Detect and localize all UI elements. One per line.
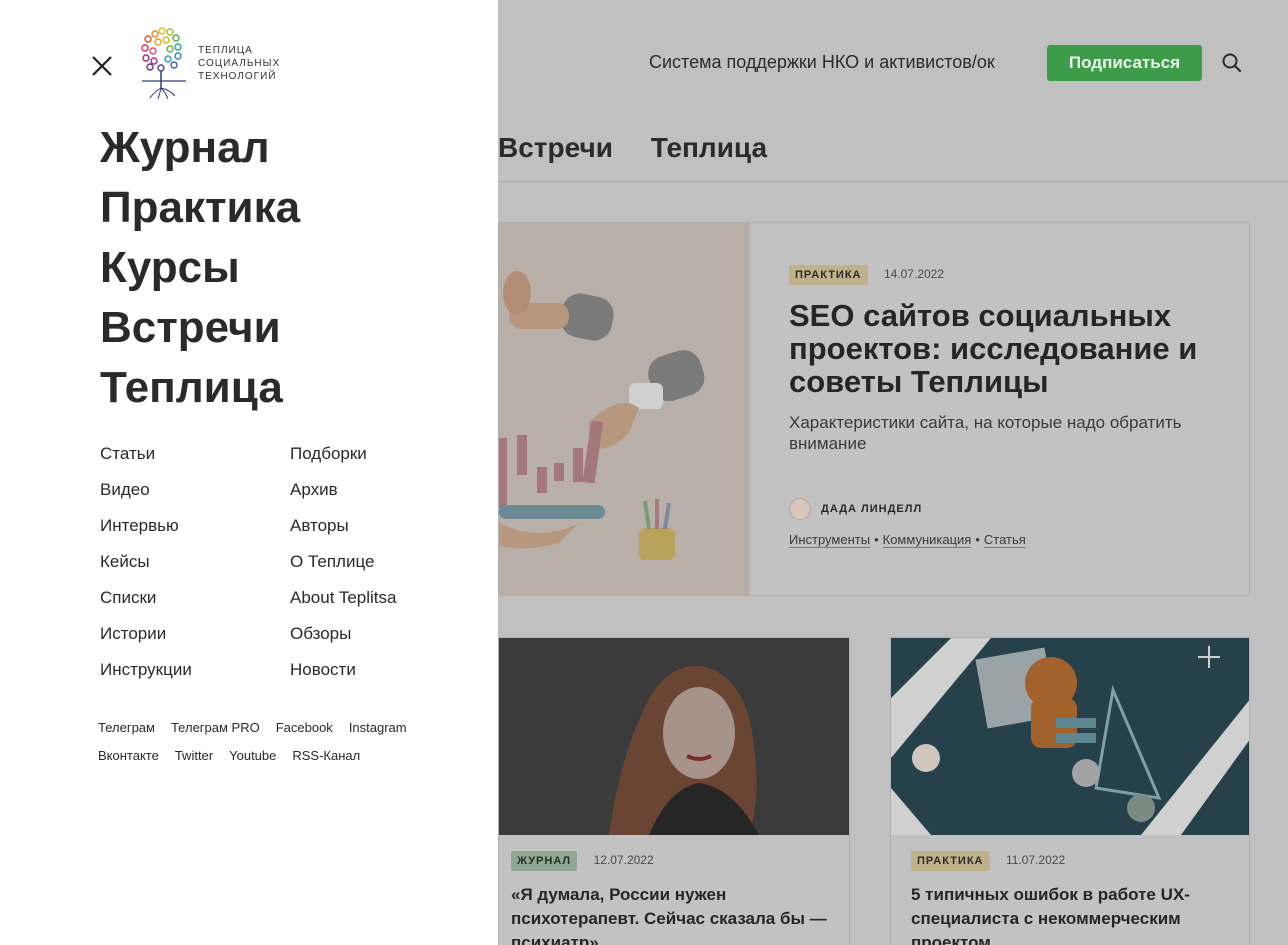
close-icon[interactable] [90,54,114,78]
logo-line: СОЦИАЛЬНЫХ [198,58,281,69]
social-link-rss[interactable]: RSS-Канал [292,742,360,770]
search-icon[interactable] [1220,51,1244,75]
article-title[interactable]: SEO сайтов социальных проектов: исследов… [789,299,1209,398]
submenu-item-spiski[interactable]: Списки [100,580,290,616]
social-link-facebook[interactable]: Facebook [276,714,333,742]
submenu-item-video[interactable]: Видео [100,472,290,508]
article-description: Характеристики сайта, на которые надо об… [789,413,1182,453]
submenu-item-novosti[interactable]: Новости [290,652,460,688]
submenu-item-intervyu[interactable]: Интервью [100,508,290,544]
submenu-item-keisy[interactable]: Кейсы [100,544,290,580]
site-logo[interactable]: ТЕПЛИЦА СОЦИАЛЬНЫХ ТЕХНОЛОГИЙ [140,26,280,100]
menu-item-vstrechi[interactable]: Встречи [100,298,300,358]
tag-list: Инструменты • Коммуникация • Статья [789,532,1209,548]
social-link-twitter[interactable]: Twitter [175,742,213,770]
card-title[interactable]: «Я думала, России нужен психотерапевт. С… [499,883,849,945]
publish-date: 12.07.2022 [593,853,654,867]
avatar [789,498,811,520]
submenu-item-istorii[interactable]: Истории [100,616,290,652]
social-links: Телеграм Телеграм PRO Facebook Instagram… [98,714,438,770]
category-badge[interactable]: ПРАКТИКА [789,265,868,285]
tag-separator: • [874,532,879,547]
side-menu-drawer: ТЕПЛИЦА СОЦИАЛЬНЫХ ТЕХНОЛОГИЙ Журнал Пра… [0,0,498,945]
menu-item-teplitsa[interactable]: Теплица [100,358,300,418]
card-title[interactable]: 5 типичных ошибок в работе UX-специалист… [891,883,1249,945]
category-badge[interactable]: ПРАКТИКА [911,851,990,871]
logo-line: ТЕПЛИЦА [198,45,253,56]
tag-link[interactable]: Инструменты [789,532,871,548]
subscribe-button[interactable]: Подписаться [1047,45,1202,81]
main-nav: Встречи Теплица [498,132,797,164]
menu-item-praktika[interactable]: Практика [100,178,300,238]
menu-item-zhurnal[interactable]: Журнал [100,118,300,178]
drawer-sub-menu: Статьи Подборки Видео Архив Интервью Авт… [100,436,460,688]
social-link-instagram[interactable]: Instagram [349,714,407,742]
submenu-item-about[interactable]: About Teplitsa [290,580,460,616]
submenu-item-podborki[interactable]: Подборки [290,436,460,472]
social-link-youtube[interactable]: Youtube [229,742,276,770]
tree-logo-icon [141,27,186,100]
tag-link[interactable]: Коммуникация [882,532,972,548]
submenu-item-o-teplitse[interactable]: О Теплице [290,544,460,580]
tag-separator: • [975,532,980,547]
author[interactable]: ДАДА ЛИНДЕЛЛ [789,498,1209,520]
nav-item-teplitsa[interactable]: Теплица [651,132,767,163]
submenu-item-obzory[interactable]: Обзоры [290,616,460,652]
drawer-main-menu: Журнал Практика Курсы Встречи Теплица [100,118,300,418]
social-link-telegram[interactable]: Телеграм [98,714,155,742]
menu-item-kursy[interactable]: Курсы [100,238,300,298]
publish-date: 11.07.2022 [1005,853,1066,867]
site-tagline: Система поддержки НКО и активистов/ок [649,52,995,72]
article-photo [499,638,849,835]
nav-item-vstrechi[interactable]: Встречи [498,132,613,163]
submenu-item-instruktsii[interactable]: Инструкции [100,652,290,688]
featured-article[interactable]: ПРАКТИКА 14.07.2022 SEO сайтов социальны… [498,222,1250,596]
social-link-telegram-pro[interactable]: Телеграм PRO [171,714,260,742]
submenu-item-avtory[interactable]: Авторы [290,508,460,544]
category-badge[interactable]: ЖУРНАЛ [511,851,578,871]
nav-divider [498,181,1288,182]
logo-line: ТЕХНОЛОГИЙ [198,71,277,82]
logo-text: ТЕПЛИЦА СОЦИАЛЬНЫХ ТЕХНОЛОГИЙ [198,44,280,83]
social-link-vkontakte[interactable]: Вконтакте [98,742,159,770]
publish-date: 14.07.2022 [883,267,945,281]
submenu-item-stati[interactable]: Статьи [100,436,290,472]
featured-illustration [499,223,750,595]
article-illustration [891,638,1249,835]
tag-link[interactable]: Статья [983,532,1026,548]
article-card[interactable]: ПРАКТИКА 11.07.2022 5 типичных ошибок в … [890,637,1250,945]
article-card[interactable]: ЖУРНАЛ 12.07.2022 «Я думала, России нуже… [498,637,850,945]
submenu-item-arkhiv[interactable]: Архив [290,472,460,508]
author-name[interactable]: ДАДА ЛИНДЕЛЛ [821,503,922,515]
